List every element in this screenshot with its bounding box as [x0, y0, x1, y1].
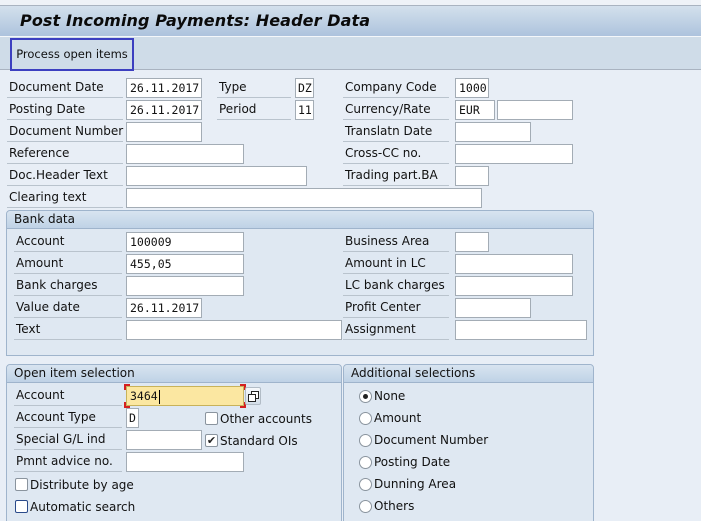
- pmnt-advice-no-label: Pmnt advice no.: [14, 452, 122, 472]
- bank-charges-input[interactable]: [126, 276, 244, 296]
- amount-label: Amount: [14, 254, 122, 274]
- title-bar: Post Incoming Payments: Header Data: [0, 5, 701, 36]
- radio-others-label: Others: [374, 499, 415, 513]
- radio-others[interactable]: [359, 500, 372, 513]
- doc-header-text-label: Doc.Header Text: [7, 166, 123, 186]
- doc-header-text-input[interactable]: [126, 166, 307, 186]
- business-area-input[interactable]: [455, 232, 489, 252]
- radio-document-number[interactable]: [359, 434, 372, 447]
- period-label: Period: [217, 100, 291, 120]
- posting-date-label: Posting Date: [7, 100, 123, 120]
- automatic-search-label: Automatic search: [30, 500, 136, 514]
- document-date-input[interactable]: 26.11.2017: [126, 78, 202, 98]
- amount-input[interactable]: 455,05: [126, 254, 244, 274]
- special-gl-ind-label: Special G/L ind: [14, 430, 122, 450]
- radio-document-number-label: Document Number: [374, 433, 489, 447]
- reference-label: Reference: [7, 144, 123, 164]
- distribute-by-age-label: Distribute by age: [30, 478, 134, 492]
- other-accounts-label: Other accounts: [220, 412, 312, 426]
- oi-account-input[interactable]: 3464: [126, 386, 244, 406]
- cross-cc-no-input[interactable]: [455, 144, 573, 164]
- bank-account-input[interactable]: 100009: [126, 232, 244, 252]
- lc-bank-charges-input[interactable]: [455, 276, 573, 296]
- bank-data-title: Bank data: [7, 211, 593, 229]
- profit-center-label: Profit Center: [343, 298, 449, 318]
- value-date-label: Value date: [14, 298, 122, 318]
- profit-center-input[interactable]: [455, 298, 531, 318]
- translatn-date-label: Translatn Date: [343, 122, 449, 142]
- radio-posting-date-label: Posting Date: [374, 455, 451, 469]
- additional-selections-title: Additional selections: [344, 365, 593, 383]
- radio-dunning-area[interactable]: [359, 478, 372, 491]
- amount-in-lc-label: Amount in LC: [343, 254, 449, 274]
- standard-ois-checkbox[interactable]: ✔: [205, 434, 218, 447]
- automatic-search-checkbox[interactable]: [15, 500, 28, 513]
- bank-charges-label: Bank charges: [14, 276, 122, 296]
- oi-account-label: Account: [14, 386, 122, 406]
- radio-posting-date[interactable]: [359, 456, 372, 469]
- clearing-text-label: Clearing text: [7, 188, 123, 208]
- distribute-by-age-checkbox[interactable]: [15, 478, 28, 491]
- currency-rate-label: Currency/Rate: [343, 100, 449, 120]
- type-label: Type: [217, 78, 291, 98]
- document-number-label: Document Number: [7, 122, 123, 142]
- account-type-input[interactable]: D: [126, 408, 139, 428]
- cross-cc-no-label: Cross-CC no.: [343, 144, 449, 164]
- account-type-label: Account Type: [14, 408, 122, 428]
- exchange-rate-input[interactable]: [497, 100, 573, 120]
- period-input[interactable]: 11: [295, 100, 314, 120]
- text-label: Text: [14, 320, 122, 340]
- application-toolbar: Process open items: [0, 36, 701, 71]
- document-date-label: Document Date: [7, 78, 123, 98]
- translatn-date-input[interactable]: [455, 122, 531, 142]
- assignment-input[interactable]: [455, 320, 587, 340]
- type-input[interactable]: DZ: [295, 78, 314, 98]
- text-cursor: [158, 389, 160, 404]
- lc-bank-charges-label: LC bank charges: [343, 276, 449, 296]
- amount-in-lc-input[interactable]: [455, 254, 573, 274]
- open-item-selection-title: Open item selection: [7, 365, 341, 383]
- text-input[interactable]: [126, 320, 342, 340]
- other-accounts-checkbox[interactable]: [205, 412, 218, 425]
- value-date-input[interactable]: 26.11.2017: [126, 298, 202, 318]
- special-gl-ind-input[interactable]: [126, 430, 202, 450]
- radio-none-label: None: [374, 389, 406, 403]
- multiple-selection-icon[interactable]: [245, 387, 261, 405]
- currency-input[interactable]: EUR: [455, 100, 495, 120]
- required-marker-tl: [124, 384, 130, 390]
- radio-none[interactable]: [359, 390, 372, 403]
- process-open-items-button[interactable]: Process open items: [10, 38, 134, 71]
- company-code-label: Company Code: [343, 78, 449, 98]
- radio-amount[interactable]: [359, 412, 372, 425]
- bank-account-label: Account: [14, 232, 122, 252]
- trading-part-ba-label: Trading part.BA: [343, 166, 449, 186]
- page-title: Post Incoming Payments: Header Data: [20, 11, 371, 30]
- radio-dunning-area-label: Dunning Area: [374, 477, 457, 491]
- oi-account-value: 3464: [130, 389, 158, 403]
- business-area-label: Business Area: [343, 232, 449, 252]
- pmnt-advice-no-input[interactable]: [126, 452, 244, 472]
- radio-amount-label: Amount: [374, 411, 422, 425]
- standard-ois-label: Standard OIs: [220, 434, 298, 448]
- posting-date-input[interactable]: 26.11.2017: [126, 100, 202, 120]
- company-code-input[interactable]: 1000: [455, 78, 489, 98]
- document-number-input[interactable]: [126, 122, 202, 142]
- trading-part-ba-input[interactable]: [455, 166, 489, 186]
- clearing-text-input[interactable]: [126, 188, 482, 208]
- reference-input[interactable]: [126, 144, 244, 164]
- assignment-label: Assignment: [343, 320, 449, 340]
